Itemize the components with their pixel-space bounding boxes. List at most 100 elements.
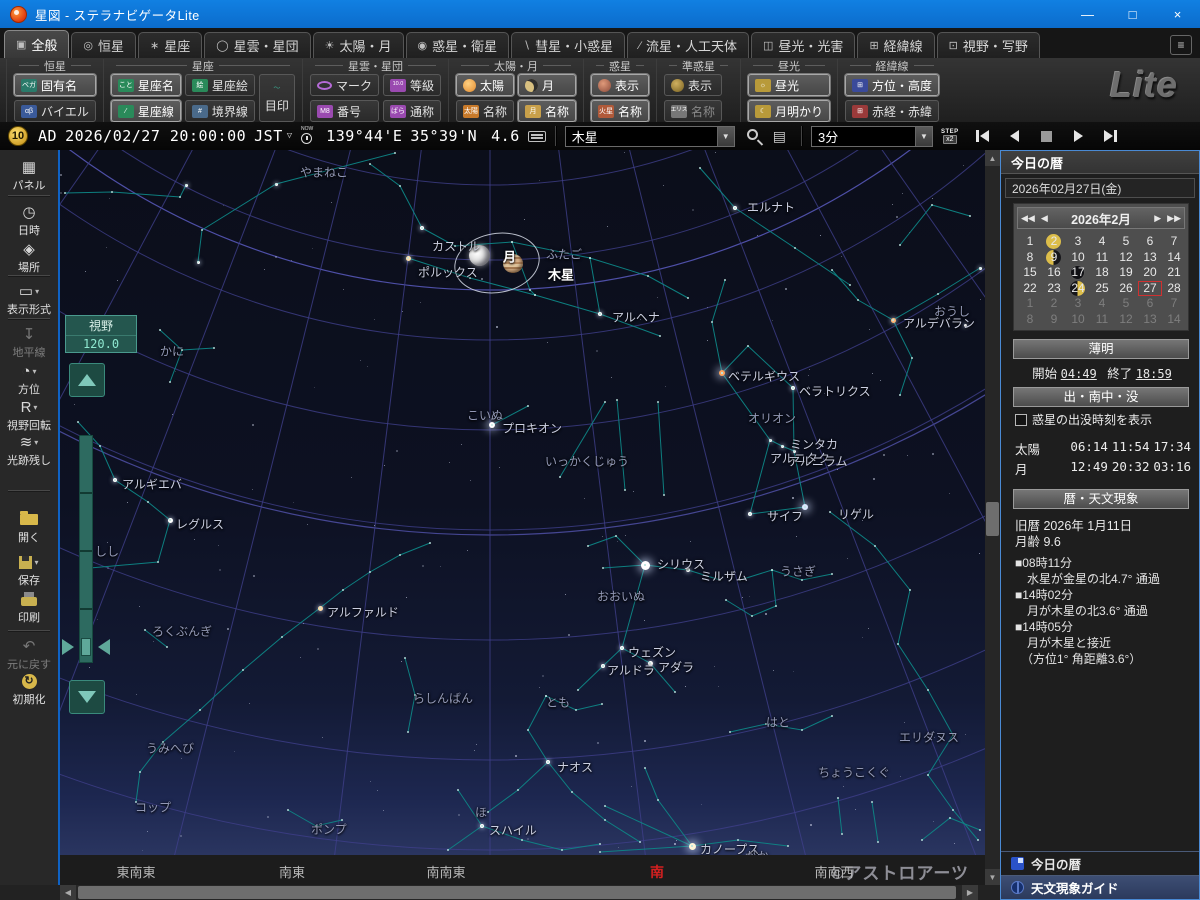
calendar-prev-year-icon[interactable]: ◀◀ [1018,213,1038,224]
calendar-day-2[interactable]: 2 [1042,234,1066,250]
sidebar-item-視野回転[interactable]: R ▾ 視野回転 [0,398,58,433]
calendar-day-25[interactable]: 25 [1090,281,1114,297]
calendar-day-4[interactable]: 4 [1090,234,1114,250]
ribbon-button-番号[interactable]: M8 番号 [309,100,379,122]
horizontal-scroll-thumb[interactable] [78,886,956,899]
twilight-start-time[interactable]: 04:49 [1061,367,1097,381]
ribbon-button-固有名[interactable]: ベガ 固有名 [14,74,96,96]
calendar-day-9[interactable]: 9 [1042,312,1066,328]
calendar-day-10[interactable]: 10 [1066,312,1090,328]
tab-昼光・光害[interactable]: ◫ 昼光・光害 [751,32,856,58]
latitude-value[interactable]: 35°39'N [410,127,477,145]
panel-tab-今日の暦[interactable]: 今日の暦 [1001,851,1199,875]
tab-彗星・小惑星[interactable]: ∖ 彗星・小惑星 [511,32,626,58]
ribbon-button-名称[interactable]: 月名称 [517,100,576,122]
ribbon-button-月[interactable]: 月 [517,74,576,96]
step-back-button[interactable] [1003,126,1027,146]
tab-星雲・星団[interactable]: ◯ 星雲・星団 [204,32,311,58]
calendar-next-month-icon[interactable]: ▶ [1151,213,1164,224]
sidebar-item-パネル[interactable]: ▦ パネル [0,158,58,193]
ribbon-button-等級[interactable]: 10.0 等級 [382,74,441,96]
ribbon-button-昼光[interactable]: ☼ 昼光 [748,74,831,96]
step-x2-icon[interactable]: STEP x2 [941,129,959,144]
ribbon-button-星座絵[interactable]: 絵星座絵 [184,74,255,96]
tab-経緯線[interactable]: ⊞ 経緯線 [857,32,935,58]
planet-riseset-checkbox[interactable]: 惑星の出没時刻を表示 [1015,411,1152,428]
longitude-value[interactable]: 139°44'E [326,127,402,145]
calendar-day-10[interactable]: 10 [1066,250,1090,266]
ribbon-button-太陽[interactable]: 太陽 [455,74,514,96]
calendar-day-11[interactable]: 11 [1090,312,1114,328]
tab-全般[interactable]: ▣ 全般 [4,30,70,58]
calendar-day-3[interactable]: 3 [1066,234,1090,250]
time-step-arrow-icon[interactable]: ▼ [914,126,932,146]
twilight-end-time[interactable]: 18:59 [1136,367,1172,381]
calendar-day-19[interactable]: 19 [1114,265,1138,281]
minimize-button[interactable]: — [1065,0,1110,28]
calendar-day-4[interactable]: 4 [1090,296,1114,312]
vertical-scroll-thumb[interactable] [986,502,999,536]
sidebar-item-初期化[interactable]: ↻ 初期化 [0,672,58,707]
calendar-day-9[interactable]: 9 [1042,249,1066,266]
calendar-day-28[interactable]: 28 [1162,281,1186,297]
panel-tab-天文現象ガイド[interactable]: 天文現象ガイド [1001,875,1199,899]
ribbon-button-赤経・赤緯[interactable]: ⊞ 赤経・赤緯 [845,100,940,122]
ribbon-button-名称[interactable]: 火星 名称 [591,100,650,122]
target-select-arrow-icon[interactable]: ▼ [716,126,734,146]
calendar-day-12[interactable]: 12 [1114,312,1138,328]
ribbon-button-名称[interactable]: エリス 名称 [664,100,723,122]
fov-slider-thumb[interactable] [81,638,91,656]
calendar-day-16[interactable]: 16 [1042,265,1066,281]
tab-恒星[interactable]: ◎ 恒星 [71,32,137,58]
datetime-value[interactable]: 2026/02/27 20:00:00 [65,127,246,145]
sidebar-item-方位[interactable]: ◔ ▾ 方位 [0,362,58,397]
maximize-button[interactable]: □ [1110,0,1155,28]
ribbon-button-表示[interactable]: 表示 [591,74,650,96]
calendar-day-12[interactable]: 12 [1114,250,1138,266]
calendar-day-14[interactable]: 14 [1162,312,1186,328]
calendar-day-6[interactable]: 6 [1138,234,1162,250]
calendar-day-7[interactable]: 7 [1162,296,1186,312]
star-chart[interactable]: やまねこ エルナト カストル ポルックス月ふたご 木星 アルヘナ おうし アルデバラン かに ベテ… [60,150,985,855]
scroll-left-icon[interactable]: ◀ [60,885,76,900]
fov-slider-track[interactable] [79,435,93,663]
calendar-day-17[interactable]: 17 [1066,265,1090,281]
skip-back-button[interactable] [971,126,995,146]
tab-太陽・月[interactable]: ☀ 太陽・月 [312,32,404,58]
vertical-scrollbar[interactable]: ▲ ▼ [985,150,1000,885]
calendar-day-27[interactable]: 27 [1138,280,1162,296]
calendar-day-13[interactable]: 13 [1138,312,1162,328]
calendar-day-3[interactable]: 3 [1066,296,1090,312]
calendar-day-2[interactable]: 2 [1042,296,1066,312]
calendar-day-5[interactable]: 5 [1114,296,1138,312]
calendar-day-22[interactable]: 22 [1018,281,1042,297]
ribbon-button-通称[interactable]: ばら 通称 [382,100,441,122]
ribbon-button-目印[interactable]: 〜目印 [258,74,295,122]
ribbon-button-名称[interactable]: 太陽 名称 [455,100,514,122]
checkbox-icon[interactable] [1015,413,1027,426]
fov-zoom-in-button[interactable] [69,680,105,714]
ribbon-button-表示[interactable]: 表示 [664,74,723,96]
scroll-up-icon[interactable]: ▲ [985,150,1000,166]
sidebar-item-場所[interactable]: ◈ 場所 [0,240,58,275]
calendar-day-13[interactable]: 13 [1138,250,1162,266]
ribbon-button-方位・高度[interactable]: ⊞ 方位・高度 [845,74,940,96]
scroll-down-icon[interactable]: ▼ [985,869,1000,885]
calendar-day-1[interactable]: 1 [1018,234,1042,250]
stop-button[interactable] [1035,126,1059,146]
sidebar-item-開く[interactable]: 開く [0,510,58,545]
menu-icon[interactable]: ≡ [1170,35,1192,55]
calendar-day-8[interactable]: 8 [1018,312,1042,328]
calendar-day-20[interactable]: 20 [1138,265,1162,281]
time-step-select[interactable]: 3分 ▼ [810,125,933,147]
tab-視野・写野[interactable]: ⊡ 視野・写野 [936,32,1040,58]
horizontal-scrollbar[interactable]: ◀ ▶ [60,885,978,900]
sidebar-item-印刷[interactable]: 印刷 [0,590,58,625]
timezone-caret-icon[interactable]: ▽ [287,131,292,141]
ribbon-button-星座名[interactable]: こと 星座名 [110,74,181,96]
calendar-next-year-icon[interactable]: ▶▶ [1164,213,1184,224]
calendar-day-6[interactable]: 6 [1138,296,1162,312]
calendar-day-18[interactable]: 18 [1090,265,1114,281]
target-select[interactable]: 木星 ▼ [564,125,735,147]
tab-惑星・衛星[interactable]: ◉ 惑星・衛星 [405,32,510,58]
